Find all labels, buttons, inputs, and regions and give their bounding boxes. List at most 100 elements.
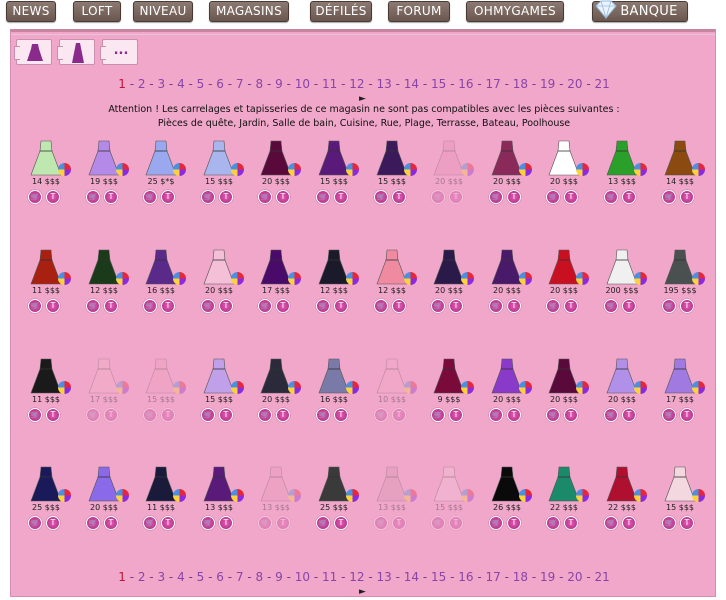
- cart-icon[interactable]: 🛒: [143, 408, 157, 422]
- cart-icon[interactable]: 🛒: [258, 190, 272, 204]
- try-on-button[interactable]: T: [622, 299, 636, 313]
- cart-icon[interactable]: 🛒: [374, 190, 388, 204]
- try-on-button[interactable]: T: [507, 190, 521, 204]
- try-on-button[interactable]: T: [622, 516, 636, 530]
- try-on-button[interactable]: T: [46, 408, 60, 422]
- page-link-20[interactable]: 20: [567, 77, 582, 91]
- shop-item[interactable]: 15 $$$ 🛒 T: [197, 139, 245, 219]
- try-on-button[interactable]: T: [449, 190, 463, 204]
- try-on-button[interactable]: T: [392, 516, 406, 530]
- shop-item[interactable]: 17 $$$ 🛒 T: [254, 248, 302, 328]
- try-on-button[interactable]: T: [622, 408, 636, 422]
- shop-item[interactable]: 15 $$$ 🛒 T: [312, 139, 360, 219]
- try-on-button[interactable]: T: [449, 516, 463, 530]
- cart-icon[interactable]: 🛒: [316, 299, 330, 313]
- try-on-button[interactable]: T: [161, 190, 175, 204]
- try-on-button[interactable]: T: [564, 516, 578, 530]
- cart-icon[interactable]: 🛒: [201, 516, 215, 530]
- cart-icon[interactable]: 🛒: [662, 190, 676, 204]
- shop-item[interactable]: 13 $$$ 🛒 T: [600, 139, 648, 219]
- cart-icon[interactable]: 🛒: [431, 299, 445, 313]
- cart-icon[interactable]: 🛒: [489, 190, 503, 204]
- tab-more-category[interactable]: ...: [100, 39, 138, 65]
- cart-icon[interactable]: 🛒: [546, 408, 560, 422]
- shop-item[interactable]: 25 $$$ 🛒 T: [312, 465, 360, 545]
- page-link-4[interactable]: 4: [177, 570, 185, 584]
- cart-icon[interactable]: 🛒: [28, 516, 42, 530]
- page-link-19[interactable]: 19: [540, 570, 555, 584]
- page-link-11[interactable]: 11: [322, 77, 337, 91]
- cart-icon[interactable]: 🛒: [143, 299, 157, 313]
- try-on-button[interactable]: T: [392, 299, 406, 313]
- page-link-7[interactable]: 7: [236, 570, 244, 584]
- try-on-button[interactable]: T: [104, 516, 118, 530]
- page-link-10[interactable]: 10: [295, 570, 310, 584]
- page-link-17[interactable]: 17: [485, 570, 500, 584]
- shop-item[interactable]: 11 $$$ 🛒 T: [24, 248, 72, 328]
- shop-item[interactable]: 20 $$$ 🛒 T: [485, 139, 533, 219]
- cart-icon[interactable]: 🛒: [201, 408, 215, 422]
- shop-item[interactable]: 20 $$$ 🛒 T: [542, 357, 590, 437]
- try-on-button[interactable]: T: [622, 190, 636, 204]
- cart-icon[interactable]: 🛒: [201, 190, 215, 204]
- cart-icon[interactable]: 🛒: [546, 516, 560, 530]
- page-link-21[interactable]: 21: [594, 77, 609, 91]
- page-link-1[interactable]: 1: [118, 77, 126, 91]
- shop-item[interactable]: 20 $$$ 🛒 T: [485, 248, 533, 328]
- cart-icon[interactable]: 🛒: [604, 299, 618, 313]
- try-on-button[interactable]: T: [680, 299, 694, 313]
- shop-item[interactable]: 20 $$$ 🛒 T: [427, 139, 475, 219]
- nav-loft-button[interactable]: LOFT: [73, 1, 121, 22]
- cart-icon[interactable]: 🛒: [374, 516, 388, 530]
- try-on-button[interactable]: T: [564, 190, 578, 204]
- shop-item[interactable]: 25 $*$ 🛒 T: [139, 139, 187, 219]
- page-link-14[interactable]: 14: [404, 77, 419, 91]
- try-on-button[interactable]: T: [680, 516, 694, 530]
- shop-item[interactable]: 16 $$$ 🛒 T: [139, 248, 187, 328]
- try-on-button[interactable]: T: [46, 299, 60, 313]
- try-on-button[interactable]: T: [507, 408, 521, 422]
- tab-dress-category[interactable]: [14, 39, 52, 65]
- cart-icon[interactable]: 🛒: [86, 516, 100, 530]
- shop-item[interactable]: 20 $$$ 🛒 T: [254, 139, 302, 219]
- try-on-button[interactable]: T: [161, 408, 175, 422]
- page-link-13[interactable]: 13: [376, 77, 391, 91]
- page-link-1[interactable]: 1: [118, 570, 126, 584]
- try-on-button[interactable]: T: [276, 299, 290, 313]
- cart-icon[interactable]: 🛒: [316, 190, 330, 204]
- shop-item[interactable]: 22 $$$ 🛒 T: [542, 465, 590, 545]
- page-link-20[interactable]: 20: [567, 570, 582, 584]
- nav-niveau-button[interactable]: NIVEAU: [133, 1, 193, 22]
- cart-icon[interactable]: 🛒: [201, 299, 215, 313]
- nav-news-button[interactable]: NEWS: [6, 1, 56, 22]
- shop-item[interactable]: 15 $$$ 🛒 T: [139, 357, 187, 437]
- cart-icon[interactable]: 🛒: [258, 516, 272, 530]
- try-on-button[interactable]: T: [104, 408, 118, 422]
- shop-item[interactable]: 12 $$$ 🛒 T: [82, 248, 130, 328]
- page-link-21[interactable]: 21: [594, 570, 609, 584]
- cart-icon[interactable]: 🛒: [28, 408, 42, 422]
- page-link-12[interactable]: 12: [349, 570, 364, 584]
- shop-item[interactable]: 20 $$$ 🛒 T: [82, 465, 130, 545]
- shop-item[interactable]: 15 $$$ 🛒 T: [197, 357, 245, 437]
- nav-magasins-button[interactable]: MAGASINS: [209, 1, 289, 22]
- shop-item[interactable]: 13 $$$ 🛒 T: [254, 465, 302, 545]
- try-on-button[interactable]: T: [334, 408, 348, 422]
- page-link-18[interactable]: 18: [513, 77, 528, 91]
- try-on-button[interactable]: T: [46, 190, 60, 204]
- try-on-button[interactable]: T: [564, 299, 578, 313]
- shop-item[interactable]: 20 $$$ 🛒 T: [542, 248, 590, 328]
- page-link-19[interactable]: 19: [540, 77, 555, 91]
- nav-forum-button[interactable]: FORUM: [388, 1, 450, 22]
- shop-item[interactable]: 195 $$$ 🛒 T: [658, 248, 706, 328]
- page-link-11[interactable]: 11: [322, 570, 337, 584]
- try-on-button[interactable]: T: [276, 190, 290, 204]
- page-link-12[interactable]: 12: [349, 77, 364, 91]
- cart-icon[interactable]: 🛒: [28, 299, 42, 313]
- cart-icon[interactable]: 🛒: [28, 190, 42, 204]
- cart-icon[interactable]: 🛒: [662, 299, 676, 313]
- page-link-3[interactable]: 3: [157, 570, 165, 584]
- cart-icon[interactable]: 🛒: [546, 299, 560, 313]
- try-on-button[interactable]: T: [276, 516, 290, 530]
- page-link-18[interactable]: 18: [513, 570, 528, 584]
